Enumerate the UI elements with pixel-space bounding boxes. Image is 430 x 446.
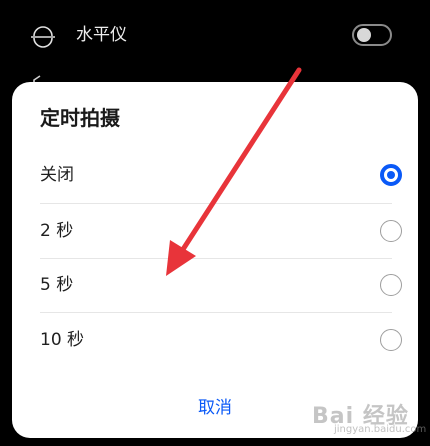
level-setting-label: 水平仪 [76,25,127,45]
radio-icon[interactable] [380,220,402,242]
option-label: 关闭 [40,165,74,185]
dialog-title: 定时拍摄 [40,106,120,130]
cancel-button[interactable]: 取消 [162,390,268,426]
option-off[interactable]: 关闭 [40,148,402,202]
radio-selected-icon[interactable] [380,164,402,186]
option-2s[interactable]: 2 秒 [40,204,402,258]
toggle-knob [357,28,371,42]
timer-dialog: 定时拍摄 关闭 2 秒 5 秒 10 秒 取消 [12,82,418,438]
level-toggle[interactable] [352,24,392,46]
level-icon [31,26,55,48]
option-10s[interactable]: 10 秒 [40,313,402,367]
watermark-sub: jingyan.baidu.com [334,424,427,435]
radio-icon[interactable] [380,329,402,351]
option-label: 10 秒 [40,330,85,350]
option-5s[interactable]: 5 秒 [40,258,402,312]
option-label: 5 秒 [40,275,74,295]
background-settings-row: 水平仪 [0,0,430,86]
option-label: 2 秒 [40,221,74,241]
radio-icon[interactable] [380,274,402,296]
baidu-watermark: Bai 经验 jingyan.baidu.com [312,396,426,440]
